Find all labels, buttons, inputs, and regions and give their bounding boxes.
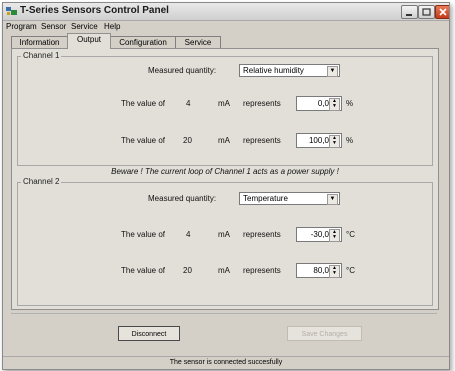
- power-supply-warning: Beware ! The current loop of Channel 1 a…: [111, 167, 339, 176]
- channel1-measured-label: Measured quantity:: [148, 66, 217, 75]
- chevron-down-icon[interactable]: ▼: [327, 194, 338, 205]
- status-text: The sensor is connected succesfully: [169, 359, 283, 366]
- spin-arrows-icon[interactable]: ▲ ▼: [329, 98, 340, 111]
- maximize-icon: [422, 8, 431, 16]
- chevron-down-icon[interactable]: ▼: [327, 66, 338, 77]
- main-window: T-Series Sensors Control Panel Program S…: [2, 2, 450, 370]
- output-panel: Channel 1 Measured quantity: Relative hu…: [11, 48, 439, 310]
- channel1-title: Channel 1: [21, 51, 62, 60]
- ch1-row1-prefix: The value of: [121, 99, 166, 108]
- ch1-row1-unit: %: [346, 99, 354, 108]
- ch2-row1-represents: represents: [243, 230, 281, 239]
- ch1-row1-represents: represents: [243, 99, 281, 108]
- ch1-row2-ma: 20: [183, 136, 192, 145]
- close-button[interactable]: [435, 5, 449, 19]
- spin-arrows-icon[interactable]: ▲ ▼: [329, 265, 340, 278]
- tab-output[interactable]: Output: [67, 33, 111, 49]
- ch1-row2-value: 100,0: [308, 136, 329, 145]
- maximize-button[interactable]: [418, 5, 435, 19]
- app-icon: [6, 7, 17, 15]
- menu-bar: Program Sensor Service Help: [3, 21, 449, 33]
- channel2-measured-label: Measured quantity:: [148, 194, 217, 203]
- button-area: Disconnect Save Changes: [11, 313, 437, 346]
- ch2-row2-prefix: The value of: [121, 266, 166, 275]
- ch2-row1-spinbox[interactable]: -30,0 ▲ ▼: [296, 227, 342, 242]
- channel2-quantity-select[interactable]: Temperature ▼: [239, 192, 340, 205]
- ch2-row2-spinbox[interactable]: 80,0 ▲ ▼: [296, 263, 342, 278]
- ch2-row1-ma: 4: [186, 230, 191, 239]
- menu-program[interactable]: Program: [6, 22, 37, 31]
- ch2-row2-ma: 20: [183, 266, 192, 275]
- spin-arrows-icon[interactable]: ▲ ▼: [329, 229, 340, 242]
- ch2-row1-value: -30,0: [310, 230, 329, 239]
- minimize-icon: [406, 14, 412, 16]
- ch1-row1-spinbox[interactable]: 0,0 ▲ ▼: [296, 96, 342, 111]
- menu-service[interactable]: Service: [71, 22, 98, 31]
- ch1-row2-ma-unit: mA: [218, 136, 230, 145]
- ch1-row1-ma-unit: mA: [218, 99, 230, 108]
- disconnect-button[interactable]: Disconnect: [118, 326, 180, 341]
- menu-sensor[interactable]: Sensor: [41, 22, 66, 31]
- spin-arrows-icon[interactable]: ▲ ▼: [329, 135, 340, 148]
- window-title: T-Series Sensors Control Panel: [20, 5, 169, 16]
- ch2-row1-prefix: The value of: [121, 230, 166, 239]
- minimize-button[interactable]: [401, 5, 418, 19]
- channel1-group: Channel 1 Measured quantity: Relative hu…: [17, 51, 433, 166]
- ch1-row2-prefix: The value of: [121, 136, 166, 145]
- ch2-row2-value: 80,0: [313, 266, 329, 275]
- channel2-group: Channel 2 Measured quantity: Temperature…: [17, 177, 433, 306]
- channel1-quantity-value: Relative humidity: [243, 66, 304, 75]
- ch1-row2-unit: %: [346, 136, 354, 145]
- ch2-row1-ma-unit: mA: [218, 230, 230, 239]
- save-changes-button[interactable]: Save Changes: [287, 326, 362, 341]
- ch2-row1-unit: °C: [346, 230, 355, 239]
- tab-strip: Information Output Configuration Service: [3, 33, 449, 49]
- title-bar: T-Series Sensors Control Panel: [3, 3, 449, 21]
- menu-help[interactable]: Help: [104, 22, 120, 31]
- ch1-row2-represents: represents: [243, 136, 281, 145]
- status-bar: The sensor is connected succesfully: [3, 356, 449, 369]
- channel1-quantity-select[interactable]: Relative humidity ▼: [239, 64, 340, 77]
- ch2-row2-ma-unit: mA: [218, 266, 230, 275]
- ch1-row1-ma: 4: [186, 99, 191, 108]
- channel2-title: Channel 2: [21, 177, 62, 186]
- close-icon: [439, 8, 447, 16]
- ch1-row2-spinbox[interactable]: 100,0 ▲ ▼: [296, 133, 342, 148]
- ch2-row2-represents: represents: [243, 266, 281, 275]
- ch2-row2-unit: °C: [346, 266, 355, 275]
- ch1-row1-value: 0,0: [317, 99, 329, 108]
- channel2-quantity-value: Temperature: [243, 194, 288, 203]
